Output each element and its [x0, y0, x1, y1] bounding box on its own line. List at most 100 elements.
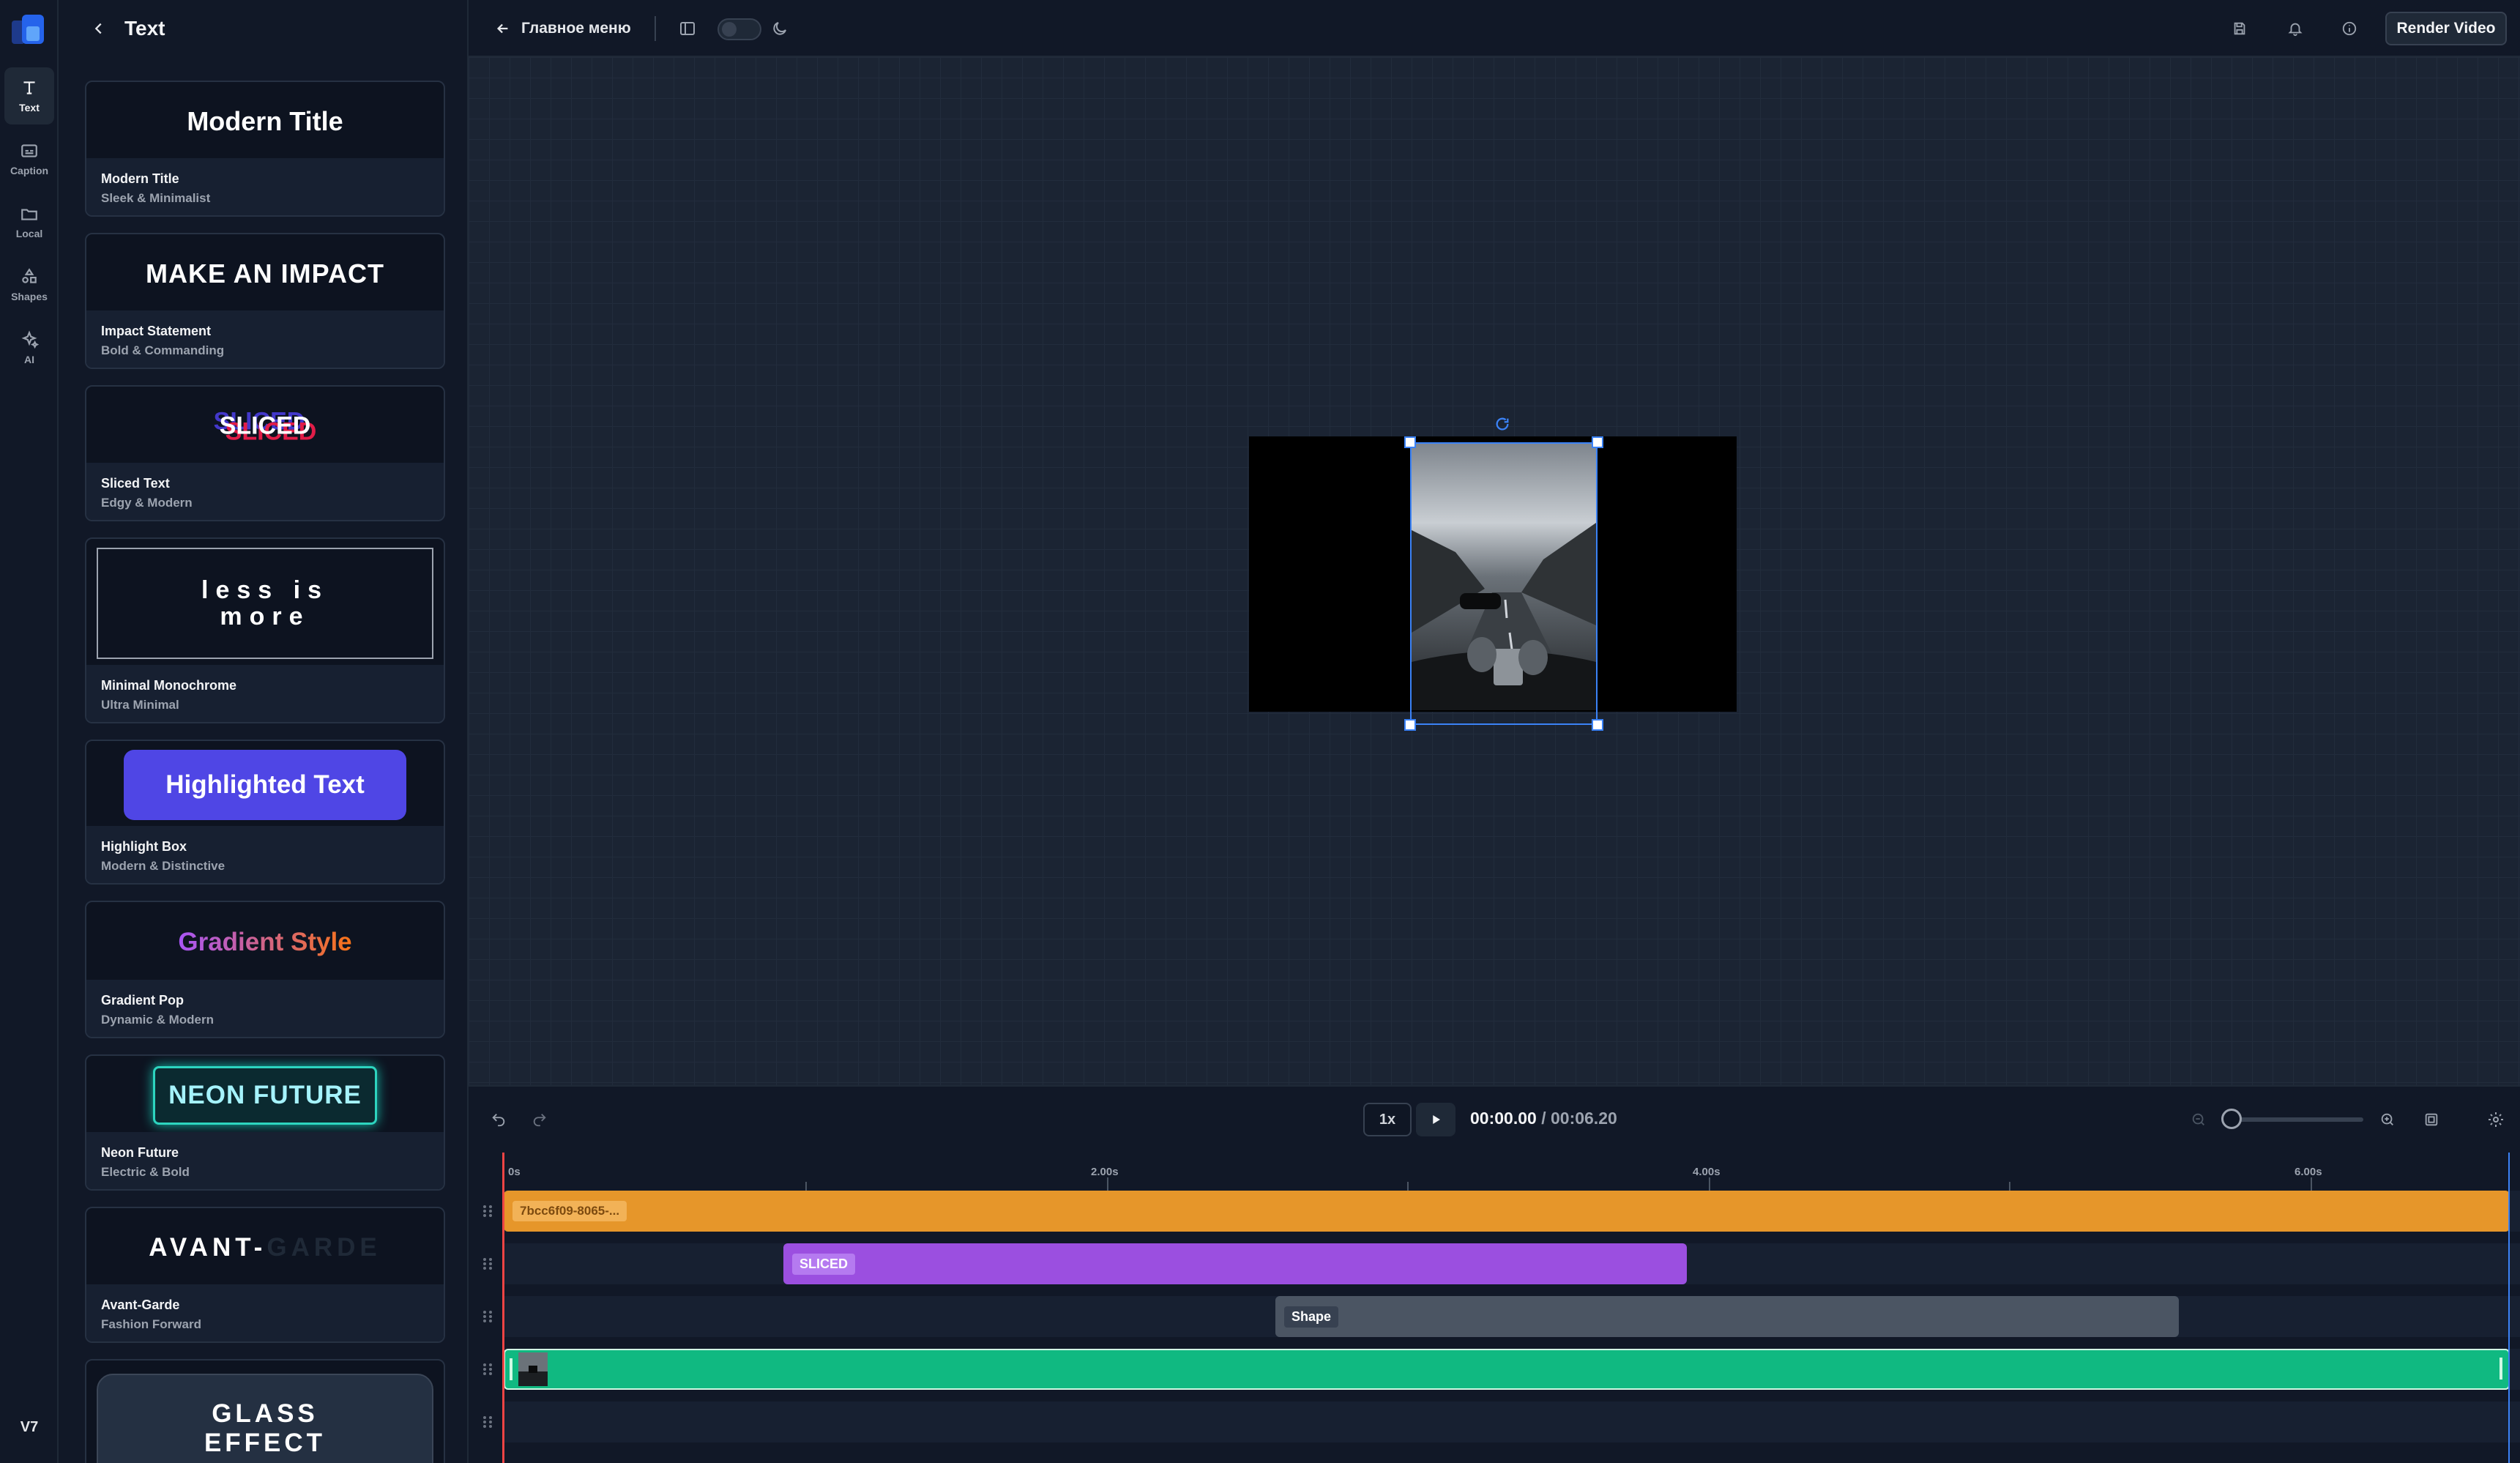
template-name: Avant-Garde [101, 1298, 180, 1312]
info-button[interactable] [2337, 16, 2362, 41]
playback-speed-select[interactable]: 1x [1363, 1103, 1412, 1136]
template-card-minimal[interactable]: less is more Minimal Monochrome Ultra Mini… [85, 537, 445, 723]
template-card-highlight[interactable]: Highlighted Text Highlight Box Modern & D… [85, 740, 445, 885]
preview-line: EFFECT [204, 1429, 327, 1457]
notifications-button[interactable] [2283, 16, 2308, 41]
drag-handle-icon[interactable] [480, 1362, 495, 1377]
template-description: Dynamic & Modern [101, 1013, 214, 1027]
drag-handle-icon[interactable] [480, 1309, 495, 1324]
clip-label: 7bcc6f09-8065-... [512, 1201, 627, 1221]
timeline-clip-video[interactable] [504, 1349, 2510, 1390]
timeline-clip-shape[interactable]: Shape [1275, 1296, 2179, 1337]
play-icon [1433, 1115, 1440, 1124]
resize-handle-top-right[interactable] [1592, 436, 1603, 448]
timeline-clip-text[interactable]: SLICED [783, 1243, 1687, 1284]
zoom-out-icon [2192, 1113, 2204, 1125]
zoom-in-button[interactable] [2375, 1107, 2400, 1132]
template-description: Modern & Distinctive [101, 859, 225, 873]
resize-handle-bottom-left[interactable] [1404, 719, 1416, 731]
undo-button[interactable] [486, 1107, 511, 1132]
time-separator: / [1541, 1109, 1546, 1128]
trim-handle-left[interactable] [510, 1358, 512, 1380]
template-card-modern-title[interactable]: Modern Title Modern Title Sleek & Minimal… [85, 81, 445, 217]
resize-handle-bottom-right[interactable] [1592, 719, 1603, 731]
fit-timeline-button[interactable] [2419, 1107, 2444, 1132]
arrow-left-icon [496, 23, 508, 34]
template-name: Gradient Pop [101, 993, 184, 1008]
tool-rail: Text Caption Local Shapes AI V7 [0, 0, 59, 1463]
template-name: Modern Title [101, 171, 179, 186]
render-video-button[interactable]: Render Video [2385, 12, 2507, 45]
template-card-sliced[interactable]: SLICED SLICED SLICED Sliced Text Edgy & M… [85, 385, 445, 521]
text-icon [23, 81, 35, 94]
timeline[interactable]: 0s 2.00s 4.00s 6.00s 7bcc6f09-8065-... S… [469, 1151, 2520, 1463]
template-description: Ultra Minimal [101, 698, 179, 712]
fit-icon [2425, 1113, 2438, 1126]
clip-label: Shape [1284, 1306, 1339, 1328]
clip-thumbnail [518, 1352, 548, 1386]
template-card-gradient[interactable]: Gradient Style Gradient Pop Dynamic & Mod… [85, 901, 445, 1038]
rotate-handle-icon[interactable] [1494, 416, 1510, 432]
template-card-avant-garde[interactable]: AVANT-GARDE Avant-Garde Fashion Forward [85, 1207, 445, 1343]
template-card-glass[interactable]: GLASS EFFECT [85, 1359, 445, 1463]
template-preview: MAKE AN IMPACT [146, 258, 384, 288]
drag-handle-icon[interactable] [480, 1204, 495, 1218]
template-preview: less is more [97, 548, 433, 659]
undo-icon [492, 1114, 505, 1127]
timeline-end-marker [2508, 1153, 2510, 1463]
ruler-tick [1407, 1182, 1409, 1191]
tick-label: 4.00s [1693, 1166, 1721, 1178]
template-name: Minimal Monochrome [101, 678, 237, 693]
shapes-icon [22, 268, 37, 283]
drag-handle-icon[interactable] [480, 1415, 495, 1429]
timeline-settings-button[interactable] [2483, 1107, 2508, 1132]
zoom-in-icon [2381, 1113, 2393, 1125]
time-ruler[interactable]: 0s 2.00s 4.00s 6.00s [505, 1151, 2520, 1192]
drag-handle-icon[interactable] [480, 1257, 495, 1271]
sidebar-item-local[interactable]: Local [4, 193, 54, 250]
dark-mode-button[interactable] [767, 16, 792, 41]
clip-label: SLICED [792, 1253, 856, 1275]
selection-box[interactable] [1410, 442, 1598, 725]
gear-icon [2489, 1112, 2503, 1127]
template-name: Impact Statement [101, 324, 212, 338]
template-preview: Gradient Style [178, 928, 352, 956]
sidebar-item-caption[interactable]: Caption [4, 130, 54, 187]
play-button[interactable] [1416, 1103, 1455, 1136]
tick-label: 0s [508, 1166, 521, 1178]
ruler-tick [1107, 1177, 1108, 1191]
sidebar-item-label: AI [24, 354, 34, 365]
moon-icon [773, 22, 786, 35]
template-description: Bold & Commanding [101, 343, 225, 357]
tick-label: 2.00s [1091, 1166, 1119, 1178]
sidebar-item-text[interactable]: Text [4, 67, 54, 124]
save-button[interactable] [2227, 16, 2252, 41]
template-description: Sleek & Minimalist [101, 191, 211, 205]
theme-toggle[interactable] [717, 18, 761, 40]
redo-button[interactable] [527, 1107, 552, 1132]
version-label: V7 [20, 1419, 39, 1435]
app-logo[interactable] [10, 13, 47, 45]
playhead[interactable] [502, 1153, 504, 1463]
template-description: Electric & Bold [101, 1165, 190, 1179]
trim-handle-right[interactable] [2500, 1358, 2502, 1380]
template-preview: NEON FUTURE [153, 1066, 377, 1125]
template-card-neon[interactable]: NEON FUTURE Neon Future Electric & Bold [85, 1054, 445, 1191]
toggle-panel-button[interactable] [675, 16, 700, 41]
sidebar-item-ai[interactable]: AI [4, 319, 54, 376]
template-description: Fashion Forward [101, 1317, 201, 1331]
sidebar-item-shapes[interactable]: Shapes [4, 256, 54, 313]
panel-header: Text [59, 0, 467, 57]
zoom-slider-handle[interactable] [2221, 1109, 2242, 1129]
editor-canvas[interactable] [469, 57, 2520, 1085]
zoom-slider-track[interactable] [2224, 1117, 2363, 1122]
main-menu-link[interactable]: Главное меню [495, 15, 631, 42]
template-card-impact[interactable]: MAKE AN IMPACT Impact Statement Bold & Co… [85, 233, 445, 369]
preview-line: GLASS [212, 1399, 318, 1428]
timeline-clip-audio[interactable]: 7bcc6f09-8065-... [504, 1191, 2510, 1232]
resize-handle-top-left[interactable] [1404, 436, 1416, 448]
track-row-empty[interactable] [504, 1401, 2520, 1442]
zoom-out-button[interactable] [2186, 1107, 2211, 1132]
chevron-left-icon[interactable] [91, 21, 107, 37]
preview-part: GARDE [266, 1233, 381, 1262]
